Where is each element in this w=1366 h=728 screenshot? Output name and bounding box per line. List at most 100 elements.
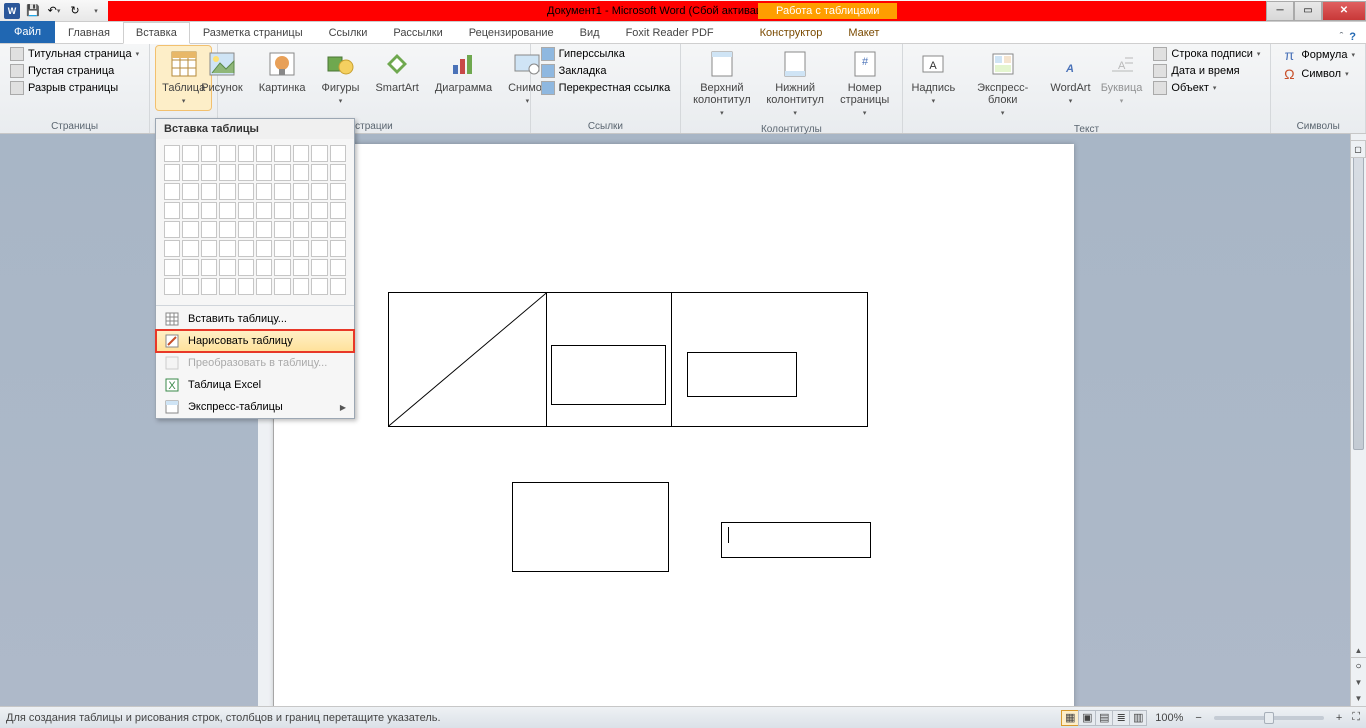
- minimize-ribbon-button[interactable]: ˆ: [1340, 31, 1344, 43]
- browse-prev-button[interactable]: ▲: [1351, 642, 1366, 658]
- insert-table-icon: [164, 311, 180, 327]
- qat-redo-button[interactable]: ↻: [65, 1, 85, 21]
- svg-text:A: A: [1065, 63, 1074, 75]
- view-web-button[interactable]: ▤: [1095, 710, 1113, 726]
- chart-button[interactable]: Диаграмма: [429, 46, 498, 96]
- picture-icon: [206, 48, 238, 80]
- window-controls: ─ ▭ ✕: [1266, 1, 1366, 21]
- tab-insert[interactable]: Вставка: [123, 22, 190, 44]
- svg-text:X: X: [168, 380, 176, 392]
- scroll-thumb[interactable]: [1353, 150, 1364, 450]
- shapes-icon: [324, 48, 356, 80]
- scroll-down-button[interactable]: ▼: [1351, 690, 1366, 706]
- view-outline-button[interactable]: ≣: [1112, 710, 1130, 726]
- page-number-button[interactable]: #Номерстраницы ▾: [834, 46, 896, 122]
- view-fullscreen-button[interactable]: ▣: [1078, 710, 1096, 726]
- tab-home[interactable]: Главная: [55, 21, 123, 43]
- crossref-button[interactable]: Перекрестная ссылка: [537, 80, 675, 96]
- tab-mailings[interactable]: Рассылки: [380, 21, 455, 43]
- qat-customize-button[interactable]: ▾: [86, 1, 106, 21]
- browse-next-button[interactable]: ▼: [1351, 674, 1366, 690]
- group-label-symbols: Символы: [1277, 119, 1359, 133]
- zoom-in-button[interactable]: +: [1332, 712, 1346, 724]
- quickparts-button[interactable]: Экспресс-блоки▾: [962, 46, 1043, 122]
- equation-button[interactable]: πФормула ▾: [1277, 46, 1359, 64]
- group-label-links: Ссылки: [537, 119, 675, 133]
- tab-foxit[interactable]: Foxit Reader PDF: [613, 21, 727, 43]
- blank-page-button[interactable]: Пустая страница: [6, 63, 143, 79]
- textbox-icon: A: [917, 48, 949, 80]
- browse-object-button[interactable]: ○: [1351, 658, 1366, 674]
- bookmark-icon: [541, 64, 555, 78]
- zoom-level-label[interactable]: 100%: [1155, 712, 1183, 724]
- dropcap-button[interactable]: AБуквица▾: [1098, 46, 1146, 110]
- smartart-button[interactable]: SmartArt: [369, 46, 424, 96]
- tab-references[interactable]: Ссылки: [316, 21, 381, 43]
- zoom-out-button[interactable]: −: [1191, 712, 1205, 724]
- menu-draw-table[interactable]: Нарисовать таблицу: [156, 330, 354, 352]
- shapes-button[interactable]: Фигуры▾: [316, 46, 366, 110]
- view-draft-button[interactable]: ▥: [1129, 710, 1147, 726]
- wordart-icon: A: [1054, 48, 1086, 80]
- undo-icon: ↶: [48, 4, 57, 17]
- text-cursor: [728, 527, 729, 543]
- tab-file[interactable]: Файл: [0, 21, 55, 43]
- zoom-slider-thumb[interactable]: [1264, 712, 1274, 724]
- textbox-button[interactable]: AНадпись▾: [909, 46, 959, 110]
- help-button[interactable]: ?: [1349, 31, 1356, 43]
- menu-excel-table[interactable]: X Таблица Excel: [156, 374, 354, 396]
- hyperlink-button[interactable]: Гиперссылка: [537, 46, 675, 62]
- submenu-arrow-icon: ▶: [340, 403, 346, 412]
- svg-text:A: A: [930, 60, 938, 72]
- table-dropdown-title: Вставка таблицы: [156, 119, 354, 139]
- page-break-button[interactable]: Разрыв страницы: [6, 80, 143, 96]
- tab-view[interactable]: Вид: [567, 21, 613, 43]
- object-button[interactable]: Объект ▾: [1149, 80, 1264, 96]
- tab-table-layout[interactable]: Макет: [835, 21, 892, 43]
- document-table-1[interactable]: [388, 292, 868, 427]
- title-strip: Документ1 - Microsoft Word (Сбой активац…: [108, 1, 1266, 21]
- menu-quick-tables[interactable]: Экспресс-таблицы ▶: [156, 396, 354, 418]
- page[interactable]: [274, 144, 1074, 706]
- close-button[interactable]: ✕: [1322, 1, 1366, 21]
- tab-page-layout[interactable]: Разметка страницы: [190, 21, 316, 43]
- document-rect-1[interactable]: [512, 482, 669, 572]
- symbol-icon: Ω: [1281, 66, 1297, 82]
- bookmark-button[interactable]: Закладка: [537, 63, 675, 79]
- footer-icon: [779, 48, 811, 80]
- table-dropdown: Вставка таблицы Вставить таблицу... Нари…: [155, 118, 355, 419]
- vertical-scrollbar[interactable]: ▲ ▲ ○ ▼ ▼: [1350, 134, 1366, 706]
- footer-button[interactable]: Нижнийколонтитул ▾: [760, 46, 829, 122]
- table-insert-grid[interactable]: [156, 139, 354, 303]
- clipart-button[interactable]: Картинка: [253, 46, 312, 96]
- qat-undo-button[interactable]: ↶▾: [44, 1, 64, 21]
- cover-page-button[interactable]: Титульная страница ▾: [6, 46, 143, 62]
- menu-insert-table[interactable]: Вставить таблицу...: [156, 308, 354, 330]
- group-links: Гиперссылка Закладка Перекрестная ссылка…: [531, 44, 682, 133]
- datetime-button[interactable]: Дата и время: [1149, 63, 1264, 79]
- redo-icon: ↻: [70, 4, 79, 17]
- signature-line-button[interactable]: Строка подписи ▾: [1149, 46, 1264, 62]
- view-print-layout-button[interactable]: ▦: [1061, 710, 1079, 726]
- smartart-icon: [381, 48, 413, 80]
- document-rect-2[interactable]: [721, 522, 871, 558]
- tab-review[interactable]: Рецензирование: [456, 21, 567, 43]
- app-icon[interactable]: W: [2, 1, 22, 21]
- group-text: AНадпись▾ Экспресс-блоки▾ AWordArt▾ AБук…: [903, 44, 1272, 133]
- restore-button[interactable]: ▭: [1294, 1, 1322, 21]
- header-button[interactable]: Верхнийколонтитул ▾: [687, 46, 756, 122]
- picture-button[interactable]: Рисунок: [195, 46, 249, 96]
- zoom-fit-button[interactable]: ⛶: [1352, 711, 1360, 724]
- zoom-slider[interactable]: [1214, 716, 1324, 720]
- dropcap-icon: A: [1106, 48, 1138, 80]
- tab-table-design[interactable]: Конструктор: [747, 21, 836, 43]
- qat-save-button[interactable]: 💾: [23, 1, 43, 21]
- ruler-toggle-button[interactable]: ▢: [1350, 140, 1366, 158]
- page-number-icon: #: [849, 48, 881, 80]
- wordart-button[interactable]: AWordArt▾: [1047, 46, 1093, 110]
- hyperlink-icon: [541, 47, 555, 61]
- symbol-button[interactable]: ΩСимвол ▾: [1277, 65, 1359, 83]
- cover-page-icon: [10, 47, 24, 61]
- minimize-button[interactable]: ─: [1266, 1, 1294, 21]
- datetime-icon: [1153, 64, 1167, 78]
